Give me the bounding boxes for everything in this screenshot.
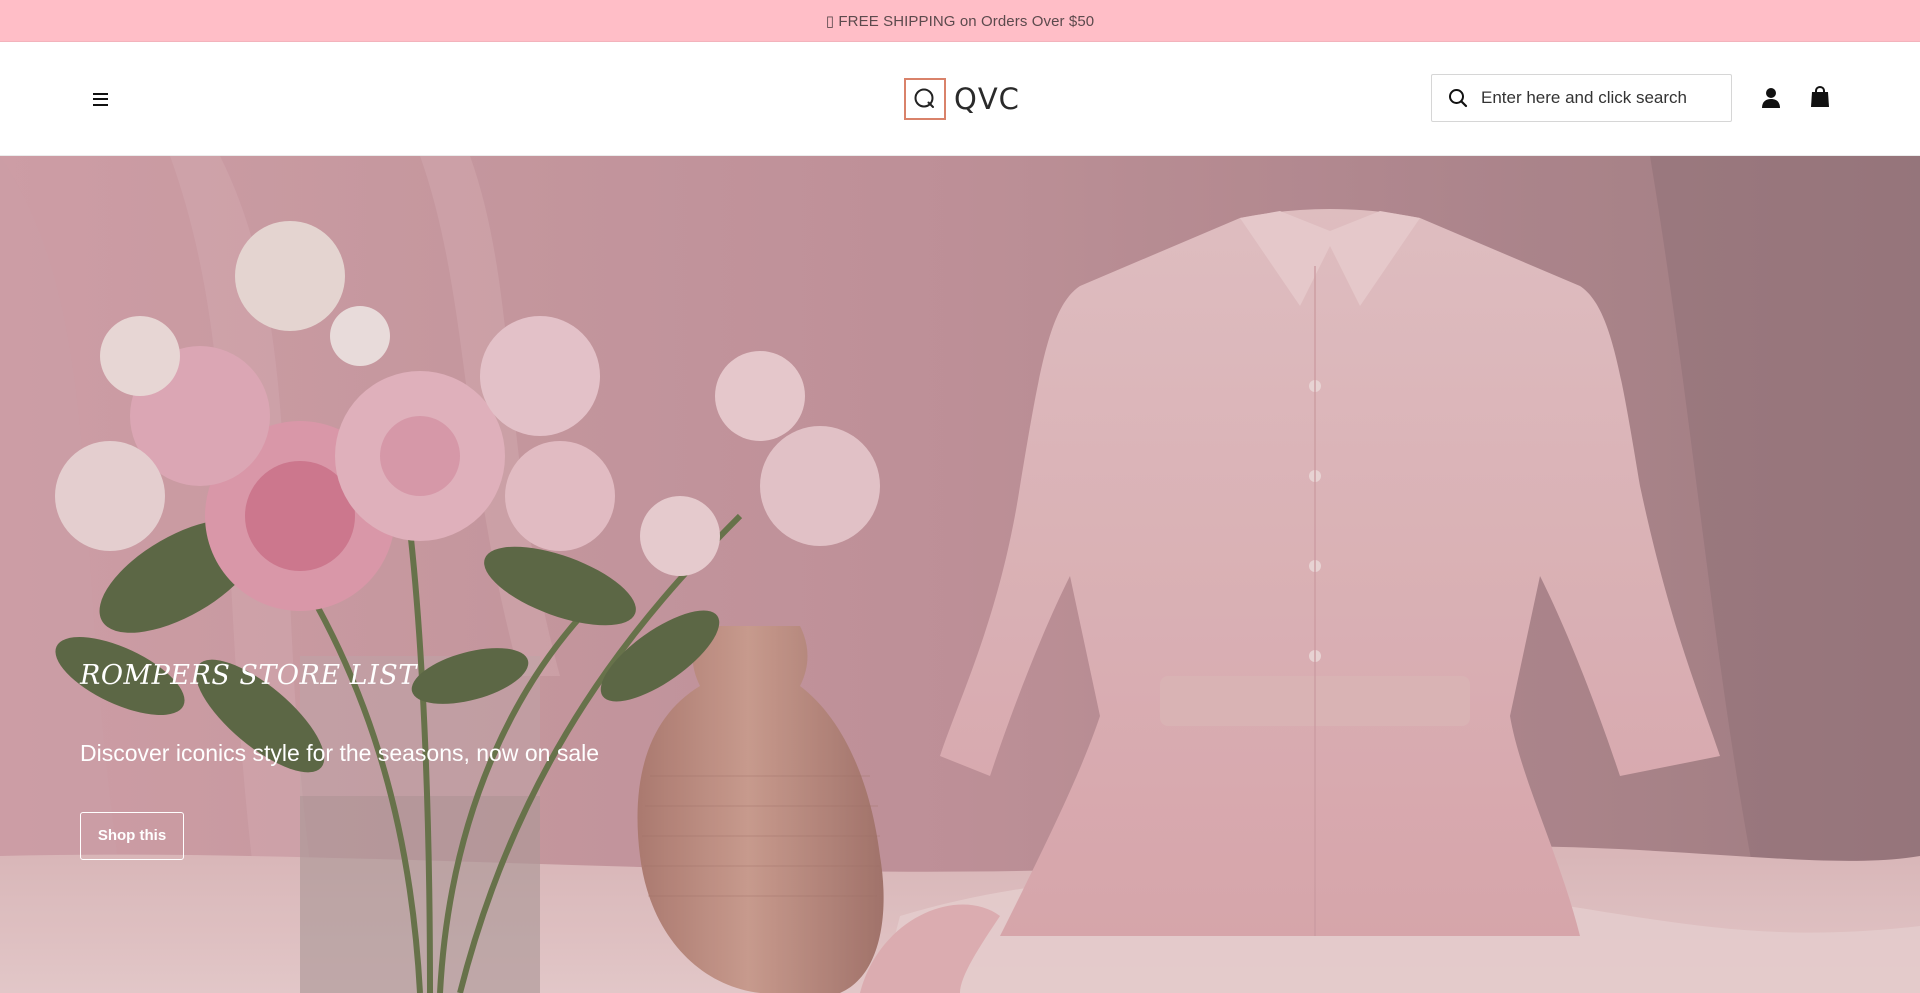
search-input[interactable]	[1481, 88, 1711, 108]
shop-this-button[interactable]: Shop this	[80, 812, 184, 860]
shopping-bag-icon[interactable]	[1808, 85, 1832, 109]
logo-text: QVC	[954, 82, 1020, 116]
site-logo[interactable]: QVC	[904, 77, 1020, 121]
hero-title: ROMPERS STORE LIST	[80, 660, 417, 691]
site-header: QVC	[0, 42, 1920, 156]
menu-button[interactable]	[86, 85, 114, 113]
announcement-bar: ▯ FREE SHIPPING on Orders Over $50	[0, 0, 1920, 42]
hero-overlay	[0, 156, 1920, 993]
hero-subtitle: Discover iconics style for the seasons, …	[80, 740, 600, 766]
search-icon[interactable]	[1447, 87, 1469, 109]
search-box[interactable]	[1431, 74, 1732, 122]
logo-q-icon	[914, 88, 934, 108]
logo-mark	[904, 78, 946, 120]
user-icon[interactable]	[1759, 86, 1783, 110]
hamburger-menu-icon	[92, 92, 108, 106]
hero-banner	[0, 156, 1920, 993]
announcement-text: ▯ FREE SHIPPING on Orders Over $50	[825, 12, 1095, 30]
